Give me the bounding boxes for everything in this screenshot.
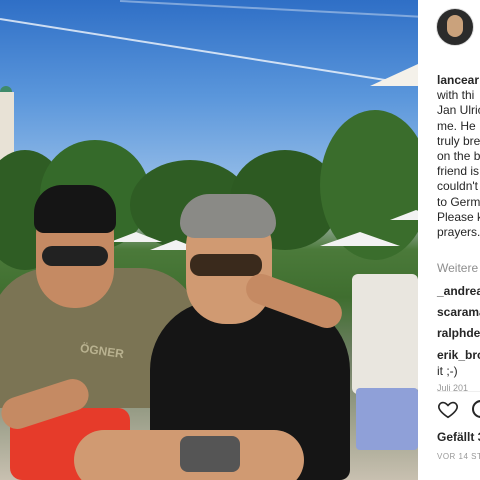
contrail [119, 0, 418, 19]
divider [437, 391, 480, 392]
likes-count[interactable]: Gefällt 3 [437, 430, 480, 444]
avatar-face [447, 15, 463, 37]
caption-line: truly bre [437, 133, 480, 148]
caption-line: couldn't [437, 179, 478, 194]
caption-line: friend is [437, 164, 480, 179]
caption-line: Please k [437, 209, 480, 224]
cap [34, 185, 116, 233]
contrail [0, 18, 415, 86]
awning [370, 64, 418, 86]
sun-lounger [352, 274, 418, 394]
parasol [390, 210, 418, 220]
shorts [180, 436, 240, 472]
comment-username[interactable]: erik_bro [437, 348, 480, 362]
lounger-cushion [356, 388, 418, 450]
caption-line: on the b [437, 149, 480, 164]
profile-avatar[interactable] [436, 8, 474, 46]
username-link[interactable]: lancear [437, 73, 479, 87]
post-timestamp: VOR 14 ST [437, 452, 480, 461]
comment-username[interactable]: _andrea [437, 284, 480, 298]
comment-icon[interactable] [472, 400, 480, 418]
caption-line: prayers. [437, 225, 480, 240]
sunglasses [190, 254, 262, 276]
comment-username[interactable]: ralphde [437, 326, 480, 340]
caption-line: Jan Ulric [437, 103, 480, 118]
caption-line: with thi [437, 88, 475, 103]
caption-line: to Germ [437, 194, 480, 209]
heart-icon[interactable] [437, 398, 459, 420]
comment-text: it ;-) [437, 364, 458, 378]
load-more-comments[interactable]: Weitere [437, 261, 478, 275]
post-sidebar: lancear with thi Jan Ulric me. He truly … [418, 0, 480, 480]
comment-username[interactable]: scarama [437, 305, 480, 319]
shirt-print: ÖGNER [79, 341, 125, 361]
caption-line: me. He [437, 118, 476, 133]
parasol [320, 232, 400, 246]
post-caption: lancear with thi Jan Ulric me. He truly … [437, 73, 480, 240]
hair [180, 194, 276, 238]
sunglasses [42, 246, 108, 266]
post-photo[interactable]: ÖGNER [0, 0, 418, 480]
